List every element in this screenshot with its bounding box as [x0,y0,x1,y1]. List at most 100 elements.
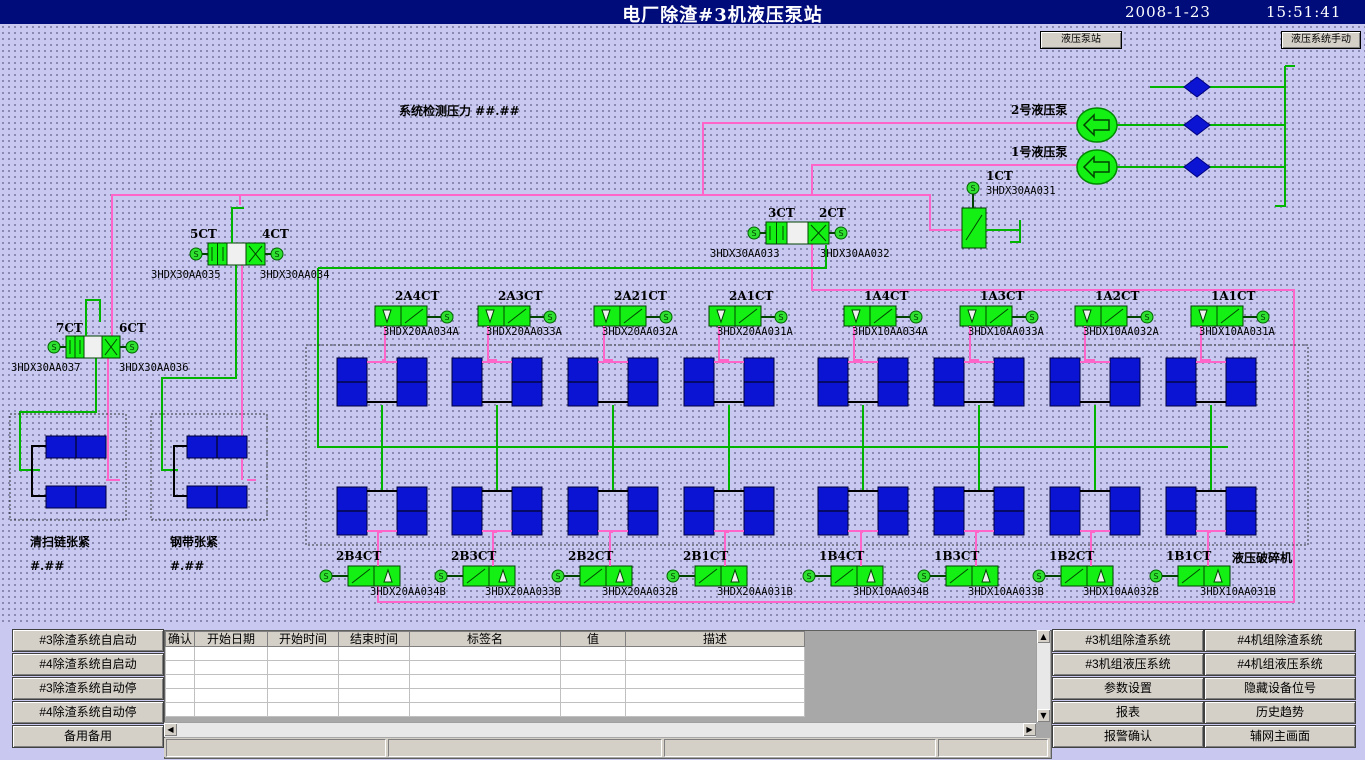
parameter-settings-button[interactable]: 参数设置 [1052,677,1204,700]
alarm-row[interactable] [165,660,805,675]
solenoid-letter: S [1029,313,1034,322]
scroll-up-arrow[interactable]: ▲ [1037,630,1050,643]
filter-icon [1183,114,1211,136]
scroll-right-arrow[interactable]: ▶ [1023,723,1036,736]
alarm-row[interactable] [165,688,805,703]
valve-6ct-code: 3HDX30AA036 [119,362,189,374]
lower-valve-label: 1B1CT [1166,549,1212,563]
col-tag-name[interactable]: 标签名 [409,631,561,647]
scroll-down-arrow[interactable]: ▼ [1037,709,1050,722]
upper-valve-label: 1A4CT [864,289,909,303]
alarm-confirm-button[interactable]: 报警确认 [1052,725,1204,748]
pump-2-label: 2号液压泵 [1011,103,1068,117]
valve-7ct-label: 7CT [56,321,83,335]
valve-6ct-label: 6CT [119,321,146,335]
report-button[interactable]: 报表 [1052,701,1204,724]
lower-valve-label: 2B4CT [336,549,382,563]
unit4-auto-stop-button[interactable]: #4除渣系统自动停 [12,701,164,724]
solenoid-letter: S [1153,572,1158,581]
upper-valve-code: 3HDX20AA034A [383,326,459,338]
steel-belt-tension-label: 钢带张紧 [170,535,219,549]
solenoid-letter: S [751,229,756,238]
sweep-chain-tension-value: #.## [30,559,65,573]
lower-valve-code: 3HDX20AA031B [717,586,793,598]
col-confirm[interactable]: 确认 [165,631,195,647]
upper-valve-code: 3HDX10AA032A [1083,326,1159,338]
solenoid-letter: S [444,313,449,322]
alarm-status-bar [164,738,1050,757]
solenoid-letter: S [438,572,443,581]
valve-4ct-code: 3HDX30AA034 [260,269,330,281]
upper-valve-label: 2A1CT [729,289,774,303]
lower-valve-code: 3HDX10AA033B [968,586,1044,598]
pressure-label: 系统检测压力 ##.## [399,104,520,118]
solenoid-letter: S [1036,572,1041,581]
alarm-vertical-scrollbar[interactable]: ▲ ▼ [1036,630,1050,722]
date-display: 2008-1-23 [1125,3,1211,21]
upper-valve-code: 3HDX10AA033A [968,326,1044,338]
unit4-slag-system-button[interactable]: #4机组除渣系统 [1204,629,1356,652]
unit3-auto-stop-button[interactable]: #3除渣系统自动停 [12,677,164,700]
solenoid-letter: S [838,229,843,238]
title-bar: 电厂除渣#3机液压泵站 2008-1-23 15:51:41 [0,0,1365,26]
unit4-auto-start-button[interactable]: #4除渣系统自启动 [12,653,164,676]
lower-valve-code: 3HDX10AA031B [1200,586,1276,598]
lower-valve-code: 3HDX20AA033B [485,586,561,598]
valve-2ct-label: 2CT [819,206,846,220]
upper-valve-code: 3HDX20AA033A [486,326,562,338]
scroll-left-arrow[interactable]: ◀ [164,723,177,736]
col-start-time[interactable]: 开始时间 [267,631,339,647]
upper-valve-label: 1A1CT [1211,289,1256,303]
valve-center [226,242,247,266]
valve-2ct-code: 3HDX30AA032 [820,248,890,260]
col-end-time[interactable]: 结束时间 [338,631,410,647]
lower-valve-code: 3HDX20AA034B [370,586,446,598]
alarm-header-row: 确认 开始日期 开始时间 结束时间 标签名 值 描述 [165,631,805,647]
valve-3ct-label: 3CT [768,206,795,220]
lower-valve-label: 2B2CT [568,549,614,563]
col-start-date[interactable]: 开始日期 [194,631,268,647]
alarm-row[interactable] [165,646,805,661]
unit4-hydraulic-system-button[interactable]: #4机组液压系统 [1204,653,1356,676]
upper-valve-code: 3HDX20AA032A [602,326,678,338]
hide-tag-numbers-button[interactable]: 隐藏设备位号 [1204,677,1356,700]
solenoid-letter: S [193,250,198,259]
col-description[interactable]: 描述 [625,631,805,647]
aux-main-screen-button[interactable]: 辅网主画面 [1204,725,1356,748]
lower-valve-label: 2B3CT [451,549,497,563]
valve-5ct-code: 3HDX30AA035 [151,269,221,281]
unit3-auto-start-button[interactable]: #3除渣系统自启动 [12,629,164,652]
alarm-row[interactable] [165,702,805,717]
solenoid-letter: S [51,343,56,352]
valve-4ct-label: 4CT [262,227,289,241]
alarm-horizontal-scrollbar[interactable]: ◀ ▶ [164,722,1036,737]
lower-valve-label: 1B4CT [819,549,865,563]
solenoid-letter: S [547,313,552,322]
alarm-row[interactable] [165,674,805,689]
history-trend-button[interactable]: 历史趋势 [1204,701,1356,724]
upper-valve-label: 2A3CT [498,289,543,303]
solenoid-letter: S [913,313,918,322]
upper-valve-label: 2A21CT [614,289,667,303]
spare-button[interactable]: 备用备用 [12,725,164,748]
solenoid-letter: S [1144,313,1149,322]
filter-icon [1183,76,1211,98]
return-pipe [85,299,101,336]
solenoid-letter: S [663,313,668,322]
col-value[interactable]: 值 [560,631,626,647]
return-pipe [231,207,244,243]
valve-3ct-code: 3HDX30AA033 [710,248,780,260]
solenoid-letter: S [129,343,134,352]
valve-5ct-label: 5CT [190,227,217,241]
lower-valve-label: 2B1CT [683,549,729,563]
solenoid-letter: S [555,572,560,581]
solenoid-letter: S [670,572,675,581]
unit3-slag-system-button[interactable]: #3机组除渣系统 [1052,629,1204,652]
sweep-chain-tension-label: 清扫链张紧 [30,535,91,549]
solenoid-letter: S [970,184,975,193]
lower-valve-code: 3HDX10AA032B [1083,586,1159,598]
time-display: 15:51:41 [1266,3,1342,21]
unit3-hydraulic-system-button[interactable]: #3机组液压系统 [1052,653,1204,676]
filter-icon [1183,156,1211,178]
solenoid-letter: S [778,313,783,322]
